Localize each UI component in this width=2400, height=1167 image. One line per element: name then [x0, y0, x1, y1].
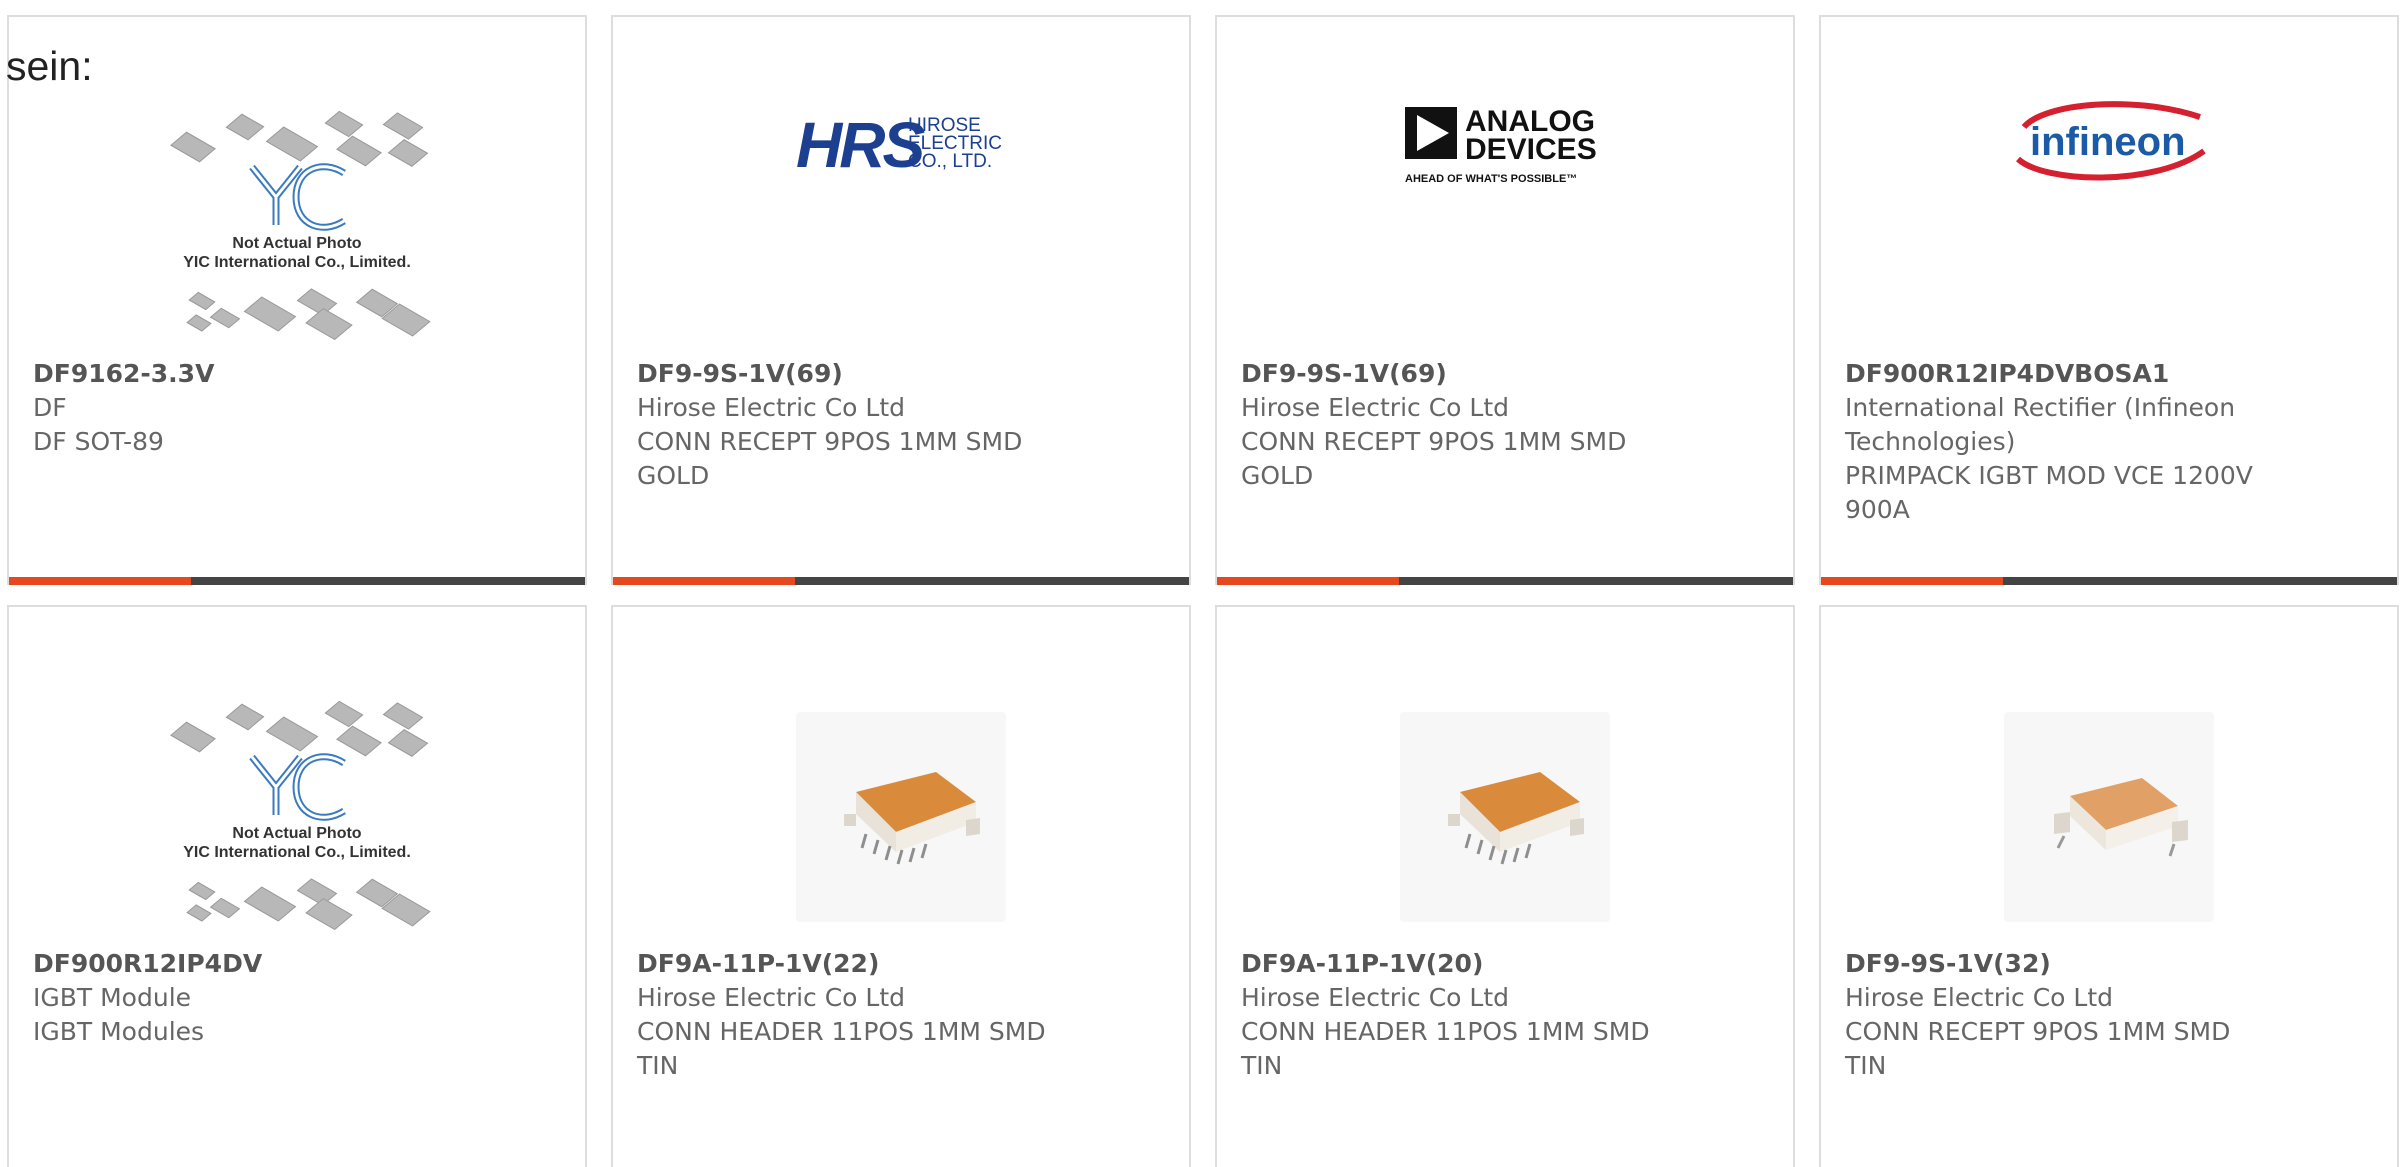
yic-logo-icon — [249, 163, 346, 231]
product-card[interactable]: Not Actual Photo YIC International Co., … — [7, 605, 587, 1167]
svg-text:CO., LTD.: CO., LTD. — [908, 151, 992, 172]
product-grid: Not Actual Photo YIC International Co., … — [7, 15, 2399, 1167]
manufacturer: International Rectifier (Infineon — [1845, 393, 2236, 422]
product-info: DF9162-3.3V DF DF SOT-89 — [33, 357, 495, 459]
card-bar — [9, 577, 585, 585]
product-card[interactable]: ANALOG DEVICES AHEAD OF WHAT'S POSSIBLE™… — [1215, 15, 1795, 585]
product-image: infineon — [1821, 77, 2397, 207]
part-number[interactable]: DF900R12IP4DV — [33, 947, 495, 981]
description: TIN — [1845, 1051, 1887, 1080]
description: CONN RECEPT 9POS 1MM SMD — [1845, 1017, 2231, 1046]
description: CONN HEADER 11POS 1MM SMD — [1241, 1017, 1650, 1046]
svg-text:infineon: infineon — [2030, 120, 2186, 164]
product-card[interactable]: HRS HIROSE ELECTRIC CO., LTD. DF9-9S-1V(… — [611, 15, 1191, 585]
product-card[interactable]: Not Actual Photo YIC International Co., … — [7, 15, 587, 585]
description: CONN HEADER 11POS 1MM SMD — [637, 1017, 1046, 1046]
card-bar — [613, 577, 1189, 585]
manufacturer: Hirose Electric Co Ltd — [1241, 983, 1510, 1012]
description: GOLD — [637, 461, 710, 490]
description: TIN — [637, 1051, 679, 1080]
description: GOLD — [1241, 461, 1314, 490]
product-info: DF9A-11P-1V(22) Hirose Electric Co Ltd C… — [637, 947, 1099, 1083]
product-info: DF9-9S-1V(32) Hirose Electric Co Ltd CON… — [1845, 947, 2307, 1083]
description: CONN RECEPT 9POS 1MM SMD — [1241, 427, 1627, 456]
product-image: Not Actual Photo YIC International Co., … — [9, 97, 585, 357]
product-image — [1217, 687, 1793, 947]
yic-logo-icon — [249, 753, 346, 821]
part-number[interactable]: DF900R12IP4DVBOSA1 — [1845, 357, 2307, 391]
product-info: DF900R12IP4DV IGBT Module IGBT Modules — [33, 947, 495, 1049]
card-bar — [1821, 577, 2397, 585]
connector-photo-icon — [2004, 712, 2214, 922]
description: TIN — [1241, 1051, 1283, 1080]
manufacturer: Technologies) — [1845, 427, 2016, 456]
hirose-logo-icon: HRS HIROSE ELECTRIC CO., LTD. — [796, 109, 1002, 177]
svg-text:AHEAD OF WHAT'S POSSIBLE™: AHEAD OF WHAT'S POSSIBLE™ — [1405, 173, 1577, 185]
product-image: ANALOG DEVICES AHEAD OF WHAT'S POSSIBLE™ — [1217, 77, 1793, 207]
product-info: DF9A-11P-1V(20) Hirose Electric Co Ltd C… — [1241, 947, 1703, 1083]
description: IGBT Modules — [33, 1017, 205, 1046]
connector-photo-icon — [796, 712, 1006, 922]
description: 900A — [1845, 495, 1910, 524]
description: CONN RECEPT 9POS 1MM SMD — [637, 427, 1023, 456]
svg-text:HRS: HRS — [796, 109, 925, 177]
product-card[interactable]: DF9A-11P-1V(20) Hirose Electric Co Ltd C… — [1215, 605, 1795, 1167]
manufacturer: Hirose Electric Co Ltd — [1845, 983, 2114, 1012]
manufacturer: Hirose Electric Co Ltd — [637, 983, 906, 1012]
description: DF SOT-89 — [33, 427, 164, 456]
product-image: Not Actual Photo YIC International Co., … — [9, 687, 585, 947]
manufacturer: Hirose Electric Co Ltd — [637, 393, 906, 422]
product-card[interactable]: infineon DF900R12IP4DVBOSA1 Internationa… — [1819, 15, 2399, 585]
product-info: DF9-9S-1V(69) Hirose Electric Co Ltd CON… — [1241, 357, 1703, 493]
part-number[interactable]: DF9-9S-1V(69) — [637, 357, 1099, 391]
part-number[interactable]: DF9162-3.3V — [33, 357, 495, 391]
card-bar — [1217, 577, 1793, 585]
product-image — [1821, 687, 2397, 947]
product-info: DF9-9S-1V(69) Hirose Electric Co Ltd CON… — [637, 357, 1099, 493]
page: sein: Not Actual Photo YIC International… — [0, 0, 2400, 1167]
svg-text:DEVICES: DEVICES — [1465, 133, 1597, 166]
infineon-logo-icon: infineon — [2015, 101, 2206, 181]
product-image — [613, 687, 1189, 947]
description: PRIMPACK IGBT MOD VCE 1200V — [1845, 461, 2253, 490]
part-number[interactable]: DF9A-11P-1V(22) — [637, 947, 1099, 981]
manufacturer: Hirose Electric Co Ltd — [1241, 393, 1510, 422]
placeholder-icon: Not Actual Photo YIC International Co., … — [162, 697, 432, 937]
part-number[interactable]: DF9-9S-1V(32) — [1845, 947, 2307, 981]
product-info: DF900R12IP4DVBOSA1 International Rectifi… — [1845, 357, 2307, 527]
product-image: HRS HIROSE ELECTRIC CO., LTD. — [613, 77, 1189, 207]
analog-devices-logo-icon: ANALOG DEVICES AHEAD OF WHAT'S POSSIBLE™ — [1405, 105, 1597, 185]
part-number[interactable]: DF9A-11P-1V(20) — [1241, 947, 1703, 981]
manufacturer: IGBT Module — [33, 983, 192, 1012]
part-number[interactable]: DF9-9S-1V(69) — [1241, 357, 1703, 391]
product-card[interactable]: DF9A-11P-1V(22) Hirose Electric Co Ltd C… — [611, 605, 1191, 1167]
connector-photo-icon — [1400, 712, 1610, 922]
manufacturer: DF — [33, 393, 67, 422]
placeholder-icon: Not Actual Photo YIC International Co., … — [162, 107, 432, 347]
product-card[interactable]: DF9-9S-1V(32) Hirose Electric Co Ltd CON… — [1819, 605, 2399, 1167]
intro-text: sein: — [6, 43, 93, 89]
